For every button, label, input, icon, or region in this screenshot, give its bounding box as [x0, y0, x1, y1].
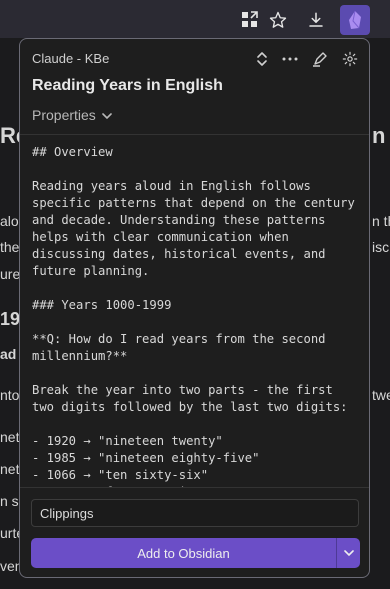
folder-input[interactable] [31, 499, 359, 527]
note-title[interactable]: Reading Years in English [32, 77, 223, 95]
popup-header: Claude - KBe Reading Years in English Pr… [20, 39, 369, 135]
extensions-grid-icon[interactable] [237, 7, 263, 33]
vault-switch-icon[interactable] [252, 49, 272, 69]
more-icon[interactable] [280, 49, 300, 69]
settings-gear-icon[interactable] [340, 49, 360, 69]
bg-heading-right: n C [372, 123, 390, 148]
content-line: - 1920 → "nineteen twenty" [32, 434, 223, 448]
browser-toolbar [0, 0, 390, 38]
content-line: ### Years 1000-1999 [32, 298, 172, 312]
obsidian-icon[interactable] [340, 5, 370, 35]
add-to-obsidian-button[interactable]: Add to Obsidian [31, 538, 336, 568]
bg-text: ure [0, 266, 21, 282]
vault-name[interactable]: Claude - KBe [32, 51, 109, 66]
clipper-popup: Claude - KBe Reading Years in English Pr… [19, 38, 370, 578]
content-line: **Q: How do I read years from the second… [32, 332, 333, 363]
divider [20, 487, 369, 488]
star-icon[interactable] [265, 7, 291, 33]
download-icon[interactable] [303, 7, 329, 33]
chevron-down-icon [343, 544, 354, 562]
properties-label: Properties [32, 107, 96, 123]
content-line: - 1985 → "nineteen eighty-five" [32, 451, 260, 465]
bg-text: twe [372, 387, 390, 403]
bg-text: iscu [372, 239, 390, 255]
bg-text: n the [372, 213, 390, 229]
bg-text: the [0, 239, 20, 255]
content-line: Reading years aloud in English follows s… [32, 179, 363, 278]
chevron-down-icon [102, 107, 112, 123]
highlighter-icon[interactable] [310, 49, 330, 69]
content-line: - 1066 → "ten sixty-six" [32, 468, 209, 482]
content-line: ## Overview [32, 145, 113, 159]
note-content[interactable]: ## Overview Reading years aloud in Englis… [20, 135, 369, 487]
properties-toggle[interactable]: Properties [32, 107, 112, 123]
bg-text: nto [0, 387, 20, 403]
add-options-dropdown[interactable] [336, 538, 360, 568]
content-line: Break the year into two parts - the firs… [32, 383, 348, 414]
